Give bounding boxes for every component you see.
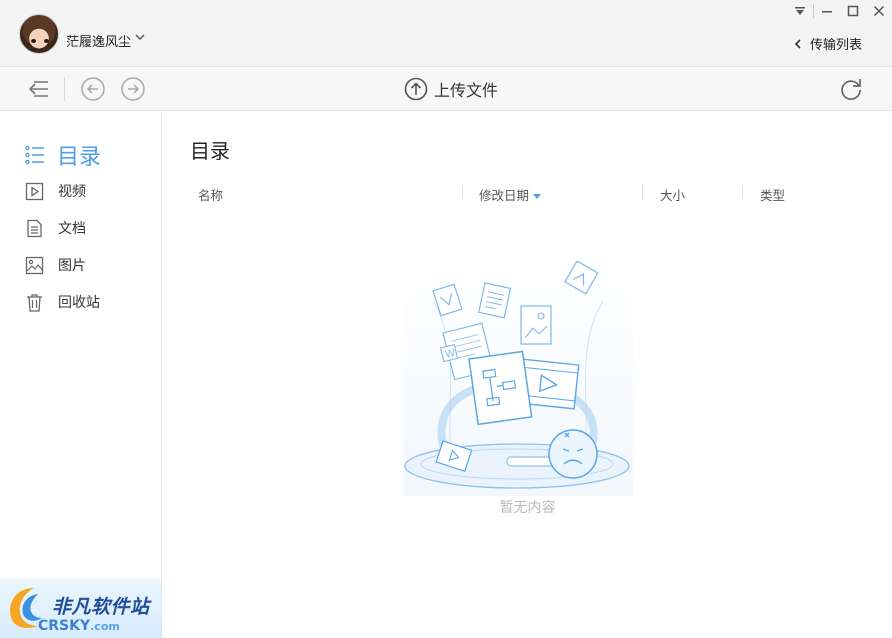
collapse-sidebar-icon[interactable]: [25, 76, 51, 102]
sidebar-item-directory[interactable]: 目录: [25, 144, 101, 170]
upload-file-button[interactable]: 上传文件: [404, 77, 498, 101]
sidebar-item-images[interactable]: 图片: [25, 254, 86, 276]
column-name[interactable]: 名称: [198, 185, 223, 204]
sidebar-item-label: 目录: [57, 145, 102, 170]
column-divider: [742, 185, 743, 199]
page-title: 目录: [190, 139, 230, 163]
upload-file-label: 上传文件: [434, 81, 499, 100]
close-icon: [873, 5, 885, 17]
sidebar-item-documents[interactable]: 文档: [25, 217, 86, 239]
column-type[interactable]: 类型: [760, 185, 785, 204]
transfer-list-button[interactable]: 传输列表: [794, 34, 862, 53]
column-modified-date-label: 修改日期: [479, 188, 530, 203]
transfer-list-label: 传输列表: [809, 38, 862, 53]
watermark-cn: 非凡软件站: [52, 596, 150, 618]
column-divider: [642, 185, 643, 199]
watermark-en-suffix: .com: [90, 620, 120, 633]
main-panel: 目录 名称 修改日期 大小 类型 W 暂无内容: [163, 111, 892, 638]
sidebar-item-label: 文档: [58, 221, 86, 237]
list-icon: [25, 145, 44, 165]
sidebar: 目录 视频 文档 图片 回收站 非凡软件站 CRSKY.com: [0, 111, 162, 638]
column-divider: [462, 185, 463, 199]
close-button[interactable]: [866, 0, 892, 22]
document-icon: [27, 219, 42, 237]
title-bar: 茫履逸风尘 传输列表: [0, 0, 892, 67]
upload-icon: [404, 77, 428, 101]
toolbar: 上传文件: [0, 67, 892, 111]
minimize-button[interactable]: [814, 0, 840, 22]
empty-state-text: 暂无内容: [499, 500, 556, 516]
minimize-icon: [822, 11, 832, 13]
column-size[interactable]: 大小: [660, 185, 685, 204]
watermark: 非凡软件站 CRSKY.com: [0, 578, 162, 638]
refresh-icon[interactable]: [838, 76, 864, 102]
window-controls: [787, 0, 892, 22]
sidebar-item-label: 回收站: [58, 295, 100, 311]
sort-down-icon: [533, 194, 542, 199]
sidebar-item-label: 视频: [58, 184, 86, 200]
image-icon: [25, 256, 44, 274]
empty-state-illustration: W: [403, 261, 633, 496]
menu-dropdown-button[interactable]: [787, 0, 813, 22]
menu-dropdown-icon: [795, 7, 805, 15]
sidebar-item-video[interactable]: 视频: [25, 180, 86, 202]
maximize-icon: [847, 5, 859, 17]
avatar[interactable]: [19, 14, 59, 54]
maximize-button[interactable]: [840, 0, 866, 22]
column-modified-date[interactable]: 修改日期: [479, 185, 542, 204]
chevron-left-icon: [794, 38, 801, 49]
watermark-en: CRSKY.com: [38, 618, 120, 634]
chevron-down-icon[interactable]: [134, 31, 146, 43]
video-icon: [25, 182, 44, 200]
trash-icon: [27, 293, 42, 312]
sidebar-item-label: 图片: [58, 258, 86, 274]
back-icon[interactable]: [80, 76, 106, 102]
sidebar-item-recycle-bin[interactable]: 回收站: [25, 291, 100, 313]
forward-icon[interactable]: [120, 76, 146, 102]
watermark-en-text: CRSKY: [38, 618, 91, 634]
toolbar-divider: [64, 77, 65, 101]
username[interactable]: 茫履逸风尘: [66, 31, 131, 50]
